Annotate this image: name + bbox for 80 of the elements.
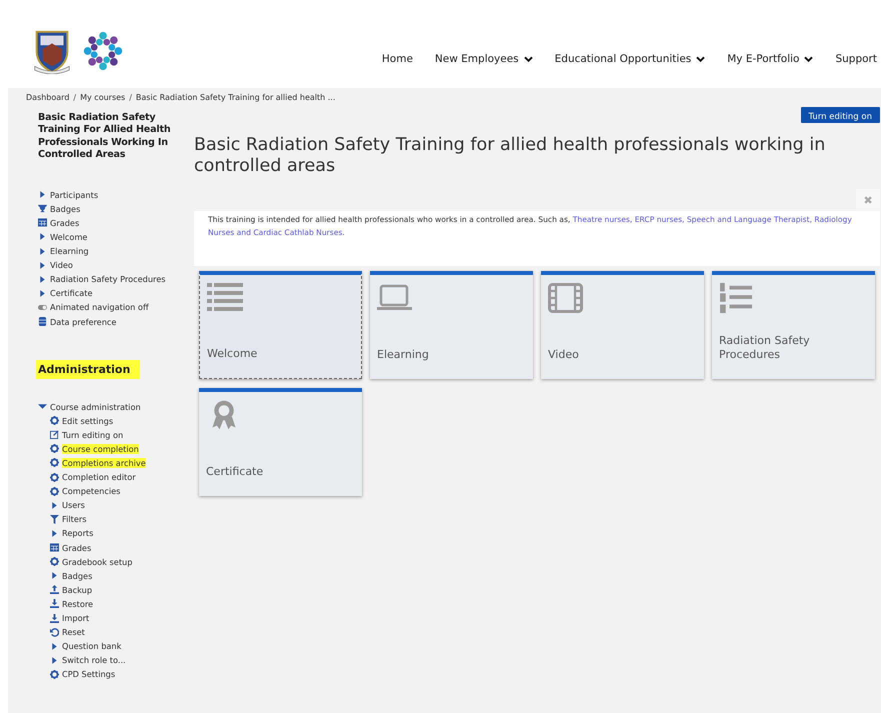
nav-link[interactable]: Import bbox=[62, 613, 90, 624]
breadcrumb-separator: / bbox=[73, 93, 76, 104]
nav-link[interactable]: Video bbox=[50, 260, 73, 270]
nav-link[interactable]: Competencies bbox=[62, 486, 120, 496]
toggle-off-icon bbox=[38, 302, 47, 312]
nav-link[interactable]: Radiation Safety Procedures bbox=[50, 274, 166, 284]
gear-icon bbox=[50, 472, 59, 482]
nav-link[interactable]: Filters bbox=[62, 514, 87, 524]
filter-icon bbox=[50, 514, 59, 524]
table-icon bbox=[50, 543, 59, 552]
nav-link[interactable]: CPD Settings bbox=[62, 669, 116, 680]
section-tile[interactable]: Welcome bbox=[199, 271, 362, 379]
section-tile[interactable]: Elearning bbox=[370, 271, 533, 379]
arrow-right-icon bbox=[38, 190, 47, 200]
breadcrumb-link[interactable]: Dashboard bbox=[26, 93, 70, 107]
section-tile[interactable]: Video bbox=[541, 271, 704, 379]
nav-link[interactable]: Users bbox=[62, 500, 85, 510]
download-icon bbox=[50, 599, 59, 608]
nav-link[interactable]: Educational Opportunities bbox=[554, 53, 692, 65]
nav-link[interactable]: Grades bbox=[50, 218, 80, 228]
upload-icon bbox=[50, 585, 59, 594]
turn-editing-on-button[interactable]: Turn editing on bbox=[800, 107, 880, 123]
database-icon bbox=[38, 317, 47, 326]
film-icon bbox=[548, 282, 584, 314]
download-icon bbox=[50, 614, 59, 623]
breadcrumb-link[interactable]: My courses bbox=[80, 93, 126, 107]
nav-link[interactable]: Gradebook setup bbox=[62, 556, 132, 567]
edit-icon bbox=[50, 430, 59, 440]
nav-link[interactable]: Question bank bbox=[62, 641, 122, 652]
tile-title: Radiation Safety Procedures bbox=[719, 334, 811, 362]
tile-title: Certificate bbox=[206, 465, 264, 479]
tile-title: Welcome bbox=[207, 347, 258, 361]
breadcrumb-link[interactable]: Basic Radiation Safety Training for allied health ... bbox=[136, 93, 336, 107]
section-tile[interactable]: Radiation Safety Procedures bbox=[712, 271, 875, 379]
gear-icon bbox=[50, 486, 59, 496]
section-tile[interactable]: Certificate bbox=[199, 388, 362, 496]
nav-link[interactable]: Reset bbox=[62, 627, 85, 638]
crest-logo bbox=[32, 28, 72, 74]
nav-link[interactable]: Course administration bbox=[50, 402, 141, 412]
nav-link[interactable]: Badges bbox=[50, 204, 80, 214]
page-title: Basic Radiation Safety Training for allied health professionals working in controlled areas bbox=[194, 135, 826, 177]
tile-title: Video bbox=[548, 348, 580, 362]
gear-icon bbox=[50, 670, 59, 679]
gear-icon bbox=[50, 416, 59, 426]
tile-title: Elearning bbox=[377, 348, 430, 362]
table-icon bbox=[38, 218, 47, 228]
list-icon bbox=[207, 282, 243, 314]
nav-link[interactable]: Completions archive bbox=[62, 458, 146, 468]
gear-icon bbox=[50, 557, 59, 566]
nav-link[interactable]: Badges bbox=[62, 570, 92, 581]
nav-link[interactable]: New Employees bbox=[434, 53, 519, 65]
nav-link[interactable]: Switch role to... bbox=[62, 655, 126, 666]
nav-link[interactable]: Support bbox=[835, 53, 877, 65]
arrow-right-icon bbox=[50, 500, 59, 510]
gear-icon bbox=[50, 458, 59, 468]
course-title: Basic Radiation Safety Training For Allied Health Professionals Working In Controlled Areas bbox=[38, 112, 172, 162]
breadcrumb-separator: / bbox=[129, 93, 132, 104]
nav-link[interactable]: Animated navigation off bbox=[50, 302, 149, 312]
arrow-right-icon bbox=[50, 571, 59, 580]
arrow-right-icon bbox=[50, 528, 59, 538]
nav-link[interactable]: Participants bbox=[50, 190, 98, 200]
nav-link[interactable]: Reports bbox=[62, 528, 94, 538]
nav-link[interactable]: Completion editor bbox=[62, 472, 136, 482]
nav-link[interactable]: Home bbox=[382, 53, 413, 65]
reset-icon bbox=[50, 628, 59, 637]
nav-link[interactable]: Restore bbox=[62, 598, 94, 609]
nav-link[interactable]: Elearning bbox=[50, 246, 89, 256]
numbered-list-icon bbox=[719, 282, 755, 314]
gear-icon bbox=[50, 444, 59, 454]
nav-link[interactable]: Data preference bbox=[50, 316, 116, 327]
nav-link[interactable]: Turn editing on bbox=[62, 430, 124, 440]
nav-link[interactable]: My E-Portfolio bbox=[727, 53, 800, 65]
nav-link[interactable]: Edit settings bbox=[62, 416, 114, 426]
trophy-icon bbox=[38, 204, 47, 214]
nav-link[interactable]: Course completion bbox=[62, 444, 139, 454]
nav-link[interactable]: Backup bbox=[62, 584, 92, 595]
section-title: Administration bbox=[36, 360, 140, 379]
nav-link[interactable]: Certificate bbox=[50, 288, 93, 298]
nav-link[interactable]: Welcome bbox=[50, 232, 88, 242]
nav-link[interactable]: Grades bbox=[62, 542, 92, 553]
